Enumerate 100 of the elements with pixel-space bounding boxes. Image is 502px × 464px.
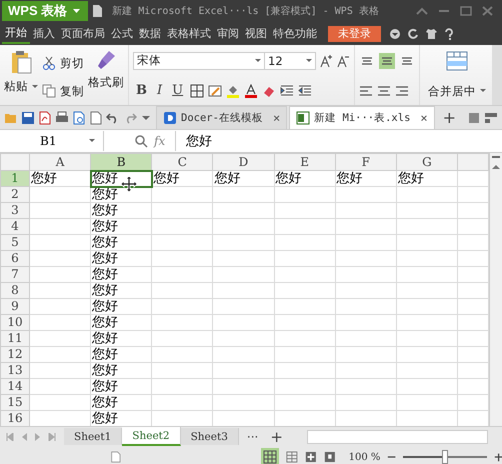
row-header[interactable]: 4 (0, 218, 30, 234)
align-left-icon[interactable] (359, 84, 373, 98)
row-header[interactable]: 2 (0, 186, 30, 202)
format-painter-button[interactable]: 格式刷 (88, 75, 124, 90)
table-cell: 您好 (30, 170, 91, 186)
scroll-up-icon[interactable] (491, 163, 502, 171)
menu-tab[interactable]: 表格样式 (164, 23, 214, 44)
menu-tab[interactable]: 插入 (30, 23, 58, 44)
close-icon[interactable] (482, 6, 494, 16)
shirt-icon[interactable] (425, 28, 437, 40)
save-icon[interactable] (21, 110, 35, 124)
window-icon[interactable] (467, 110, 481, 124)
row-header[interactable]: 7 (0, 266, 30, 282)
page-icon[interactable] (110, 450, 122, 464)
sheet-tab[interactable]: Sheet1 (64, 428, 122, 445)
name-box[interactable]: B1 (0, 131, 104, 151)
row-header[interactable]: 9 (0, 298, 30, 314)
borders-icon[interactable] (190, 84, 204, 98)
table-cell: 您好 (212, 170, 274, 186)
copy-button[interactable]: 复制 (60, 84, 84, 98)
column-header[interactable]: G (396, 154, 458, 170)
menu-tab[interactable]: 视图 (242, 23, 270, 44)
font-name-field[interactable]: 宋体 (133, 52, 265, 70)
vertical-scrollbar[interactable] (489, 153, 502, 426)
bold-button[interactable]: B (133, 83, 150, 98)
row-header[interactable]: 6 (0, 250, 30, 266)
indent-icon[interactable] (280, 84, 294, 98)
italic-button[interactable]: I (154, 83, 166, 98)
document-tab[interactable]: 新建 Mi···表.xls × (289, 106, 435, 129)
print-icon[interactable] (55, 110, 69, 124)
page-break-view-icon[interactable] (286, 450, 298, 464)
decrease-font-icon[interactable] (337, 54, 350, 68)
align-center-icon[interactable] (377, 84, 391, 98)
align-right-icon[interactable] (395, 84, 409, 98)
menu-tab[interactable]: 审阅 (214, 23, 242, 44)
merge-center-button[interactable]: 合并居中 (428, 84, 476, 99)
new-tab-button[interactable]: + (442, 108, 456, 127)
copy-icon[interactable] (42, 84, 56, 98)
refresh-icon[interactable] (407, 28, 419, 40)
column-header[interactable]: C (152, 154, 213, 170)
row-header[interactable]: 11 (0, 330, 30, 346)
menu-tab[interactable]: 页面布局 (58, 23, 108, 44)
help-icon[interactable] (443, 28, 455, 40)
pdf-icon[interactable] (38, 110, 52, 124)
scissors-icon[interactable] (42, 56, 56, 70)
layout-icon[interactable] (484, 110, 498, 124)
menu-tab[interactable]: 公式 (108, 23, 136, 44)
row-header[interactable]: 13 (0, 362, 30, 378)
row-header[interactable]: 12 (0, 346, 30, 362)
font-size-field[interactable]: 12 (264, 52, 316, 70)
menu-tab[interactable]: 数据 (136, 23, 164, 44)
normal-view-icon[interactable] (263, 450, 278, 464)
row-header[interactable]: 3 (0, 202, 30, 218)
spreadsheet-icon[interactable] (296, 111, 310, 125)
close-tab-button[interactable]: × (420, 111, 428, 125)
column-header[interactable]: E (274, 154, 336, 170)
increase-font-icon[interactable] (320, 54, 333, 68)
row-header[interactable]: 16 (0, 410, 30, 426)
row-header[interactable]: 1 (0, 170, 30, 186)
row-header[interactable]: 15 (0, 394, 30, 410)
document-tab[interactable]: Docer-在线模板 × (156, 106, 288, 129)
table-cell: 您好 (90, 282, 152, 298)
align-button[interactable] (379, 52, 395, 68)
collapse-icon[interactable] (416, 6, 428, 16)
caret-icon (480, 89, 486, 94)
cell-style-icon[interactable] (208, 84, 222, 98)
fill-color-icon[interactable] (226, 84, 240, 98)
font-color-icon[interactable] (244, 84, 258, 98)
horizontal-scrollbar[interactable] (306, 430, 488, 444)
insert-function-button[interactable]: fx (154, 134, 166, 148)
print-preview-icon[interactable] (72, 110, 86, 124)
maximize-icon[interactable] (460, 6, 472, 16)
split-icon[interactable] (491, 155, 502, 159)
cut-button[interactable]: 剪切 (60, 56, 84, 70)
formula-field[interactable]: 您好 (175, 131, 502, 151)
paste-icon[interactable] (9, 49, 33, 75)
underline-button[interactable]: U (169, 83, 186, 98)
app-menu-button[interactable]: WPS 表格 (2, 1, 88, 21)
more-sheets-button[interactable]: ··· (246, 430, 258, 444)
row-header[interactable]: 5 (0, 234, 30, 250)
docer-icon[interactable] (163, 111, 177, 125)
close-tab-button[interactable]: × (272, 111, 280, 125)
column-header[interactable]: D (212, 154, 274, 170)
outdent-icon[interactable] (298, 84, 312, 98)
zoom-in-icon[interactable] (494, 452, 502, 462)
column-header[interactable]: A (30, 154, 91, 170)
sheet-tab[interactable]: Sheet3 (180, 428, 239, 445)
column-header[interactable]: F (335, 154, 396, 170)
merge-cells-icon[interactable] (446, 51, 468, 72)
row-header[interactable]: 10 (0, 314, 30, 330)
menu-tab[interactable]: 特色功能 (270, 23, 320, 44)
row-header[interactable]: 14 (0, 378, 30, 394)
brush-icon[interactable] (95, 49, 117, 71)
zoom-icon[interactable] (134, 134, 148, 148)
sheet-tab[interactable]: Sheet2 (122, 427, 181, 446)
add-sheet-button[interactable]: + (270, 428, 283, 446)
row-header[interactable]: 8 (0, 282, 30, 298)
page-icon[interactable] (89, 110, 103, 124)
paste-button[interactable]: 粘贴 (4, 79, 28, 94)
column-header[interactable]: B (90, 154, 152, 170)
